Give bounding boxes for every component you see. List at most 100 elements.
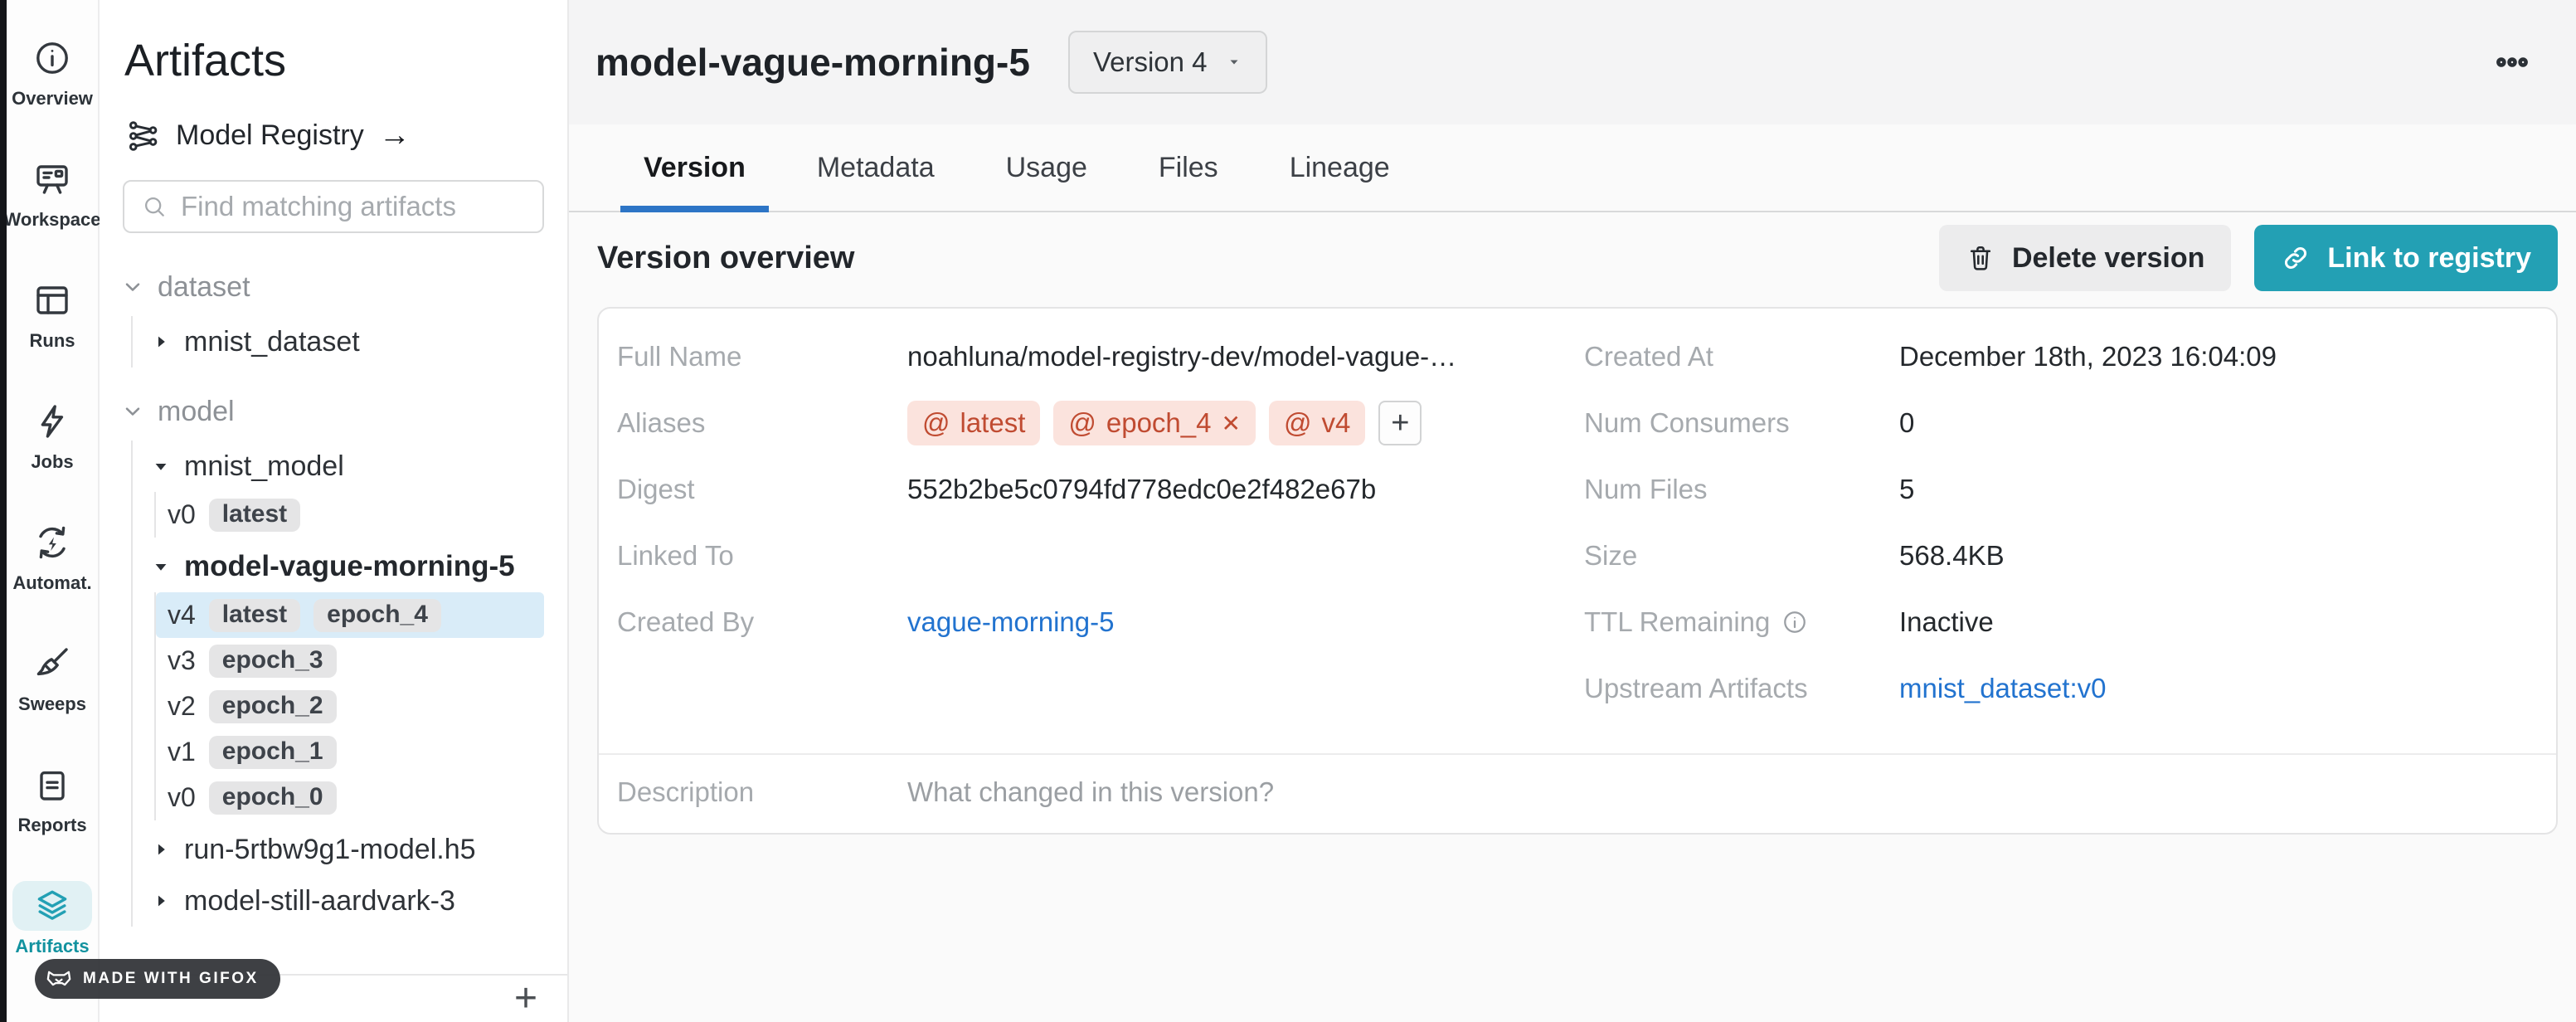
nav-item-automat[interactable]: Automat.	[6, 506, 99, 627]
automations-icon	[32, 523, 72, 562]
field-row-full-name: Full Namenoahluna/model-registry-dev/mod…	[599, 324, 1577, 390]
nav-item-workspace[interactable]: Workspace	[6, 143, 99, 264]
version-name: v0	[168, 782, 196, 813]
field-value: 552b2be5c0794fd778edc0e2f482e67b	[907, 474, 1376, 505]
nav-item-highlight	[12, 881, 92, 931]
artifact-model-vague-morning-5[interactable]: model-vague-morning-5	[133, 541, 544, 592]
field-label: Full Name	[599, 341, 907, 372]
triangle-down-icon	[151, 557, 171, 577]
artifacts-icon	[32, 886, 72, 926]
alias-badge: epoch_3	[209, 645, 337, 678]
field-label-text: Digest	[617, 474, 695, 505]
nav-item-jobs[interactable]: Jobs	[6, 385, 99, 506]
trash-icon	[1966, 243, 1995, 273]
nav-item-label: Overview	[12, 88, 93, 110]
field-label: Size	[1577, 540, 1899, 572]
version-selector[interactable]: Version 4	[1068, 31, 1267, 94]
field-value: Inactive	[1899, 606, 1994, 638]
link-to-registry-button[interactable]: Link to registry	[2254, 225, 2558, 291]
field-value: 0	[1899, 407, 1914, 439]
sweeps-icon	[32, 644, 72, 684]
alias-pill-epoch-4[interactable]: @ epoch_4 ✕	[1053, 401, 1256, 445]
add-alias-button[interactable]: +	[1378, 401, 1422, 445]
gifox-label: MADE WITH GIFOX	[83, 970, 259, 988]
field-label: Num Consumers	[1577, 407, 1899, 439]
description-row[interactable]: Description What changed in this version…	[599, 753, 2556, 833]
nav-item-label: Runs	[30, 330, 75, 352]
version-name: v3	[168, 645, 196, 676]
artifact-header: model-vague-morning-5 Version 4	[569, 0, 2576, 124]
field-row-created-by: Created Byvague-morning-5	[599, 589, 1577, 655]
version-row-v2[interactable]: v2 epoch_2	[156, 684, 544, 729]
tab-files[interactable]: Files	[1135, 124, 1242, 211]
artifact-mnist-dataset[interactable]: mnist_dataset	[133, 316, 544, 367]
search-input[interactable]	[181, 191, 533, 222]
nav-item-label: Reports	[17, 815, 86, 836]
field-row-upstream-artifacts: Upstream Artifacts mnist_dataset:v0	[1577, 655, 2556, 722]
alias-text: epoch_4	[1106, 407, 1212, 439]
field-row-created-at: Created AtDecember 18th, 2023 16:04:09	[1577, 324, 2556, 390]
nav-item-highlight	[12, 397, 92, 446]
delete-version-button[interactable]: Delete version	[1939, 225, 2231, 291]
artifact-run-5rtbw9g1-model-h5[interactable]: run-5rtbw9g1-model.h5	[133, 824, 544, 875]
field-label-text: Upstream Artifacts	[1584, 673, 1808, 704]
nav-item-highlight	[12, 275, 92, 325]
add-artifact-button[interactable]: +	[514, 983, 537, 1015]
artifact-label: mnist_dataset	[184, 326, 360, 358]
artifact-label: run-5rtbw9g1-model.h5	[184, 834, 476, 866]
remove-alias-icon[interactable]: ✕	[1222, 410, 1241, 437]
tab-version[interactable]: Version	[620, 124, 769, 211]
description-label: Description	[599, 776, 907, 808]
field-label: Created By	[599, 606, 907, 638]
field-value-link[interactable]: mnist_dataset:v0	[1899, 673, 2106, 704]
nav-item-reports[interactable]: Reports	[6, 748, 99, 869]
artifact-label: mnist_model	[184, 450, 344, 483]
nav-item-overview[interactable]: Overview	[6, 22, 99, 143]
alias-pill-latest[interactable]: @latest	[907, 401, 1040, 445]
nav-item-highlight	[12, 639, 92, 689]
nav-item-sweeps[interactable]: Sweeps	[6, 627, 99, 748]
version-row-v0[interactable]: v0epoch_0	[156, 775, 544, 820]
tab-lineage[interactable]: Lineage	[1266, 124, 1413, 211]
tree-group-children: mnist_model v0latest model-vague-morning-5…	[131, 440, 544, 927]
artifact-mnist-model[interactable]: mnist_model	[133, 440, 544, 492]
model-registry-link[interactable]: Model Registry →	[126, 118, 567, 153]
artifact-model-still-aardvark-3[interactable]: model-still-aardvark-3	[133, 875, 544, 927]
field-value-link[interactable]: vague-morning-5	[907, 606, 1114, 638]
tree-group-label: dataset	[158, 271, 250, 304]
tree-group-label: model	[158, 396, 235, 428]
artifact-label: model-vague-morning-5	[184, 550, 515, 583]
version-row-v1[interactable]: v1 epoch_1	[156, 729, 544, 775]
version-row-v0[interactable]: v0latest	[156, 492, 544, 538]
field-label-text: Aliases	[617, 407, 705, 439]
info-small-icon[interactable]	[1781, 609, 1808, 635]
jobs-icon	[32, 402, 72, 441]
nav-item-runs[interactable]: Runs	[6, 264, 99, 385]
triangle-right-icon	[151, 332, 171, 352]
field-label: Digest	[599, 474, 907, 505]
alias-pill-v4[interactable]: @v4	[1269, 401, 1365, 445]
alias-badge: epoch_2	[209, 690, 337, 723]
nav-item-label: Jobs	[31, 451, 73, 473]
version-name: v1	[168, 737, 196, 767]
chevron-down-icon	[1226, 54, 1242, 71]
tree-group-dataset[interactable]: dataset	[121, 261, 567, 313]
tab-usage[interactable]: Usage	[983, 124, 1111, 211]
overflow-menu-button[interactable]	[2476, 45, 2548, 80]
search-icon	[141, 193, 168, 220]
field-label: TTL Remaining	[1577, 606, 1899, 638]
alias-badge: epoch_1	[209, 736, 337, 769]
tab-metadata[interactable]: Metadata	[794, 124, 958, 211]
tree-group-model[interactable]: model	[121, 386, 567, 437]
artifact-label: model-still-aardvark-3	[184, 885, 455, 917]
nav-item-highlight	[12, 760, 92, 810]
field-label-text: Created At	[1584, 341, 1713, 372]
alias-prefix: @	[1068, 407, 1096, 439]
field-label-text: Num Consumers	[1584, 407, 1790, 439]
version-row-v4[interactable]: v4latestepoch_4	[156, 592, 544, 638]
version-name: v2	[168, 691, 196, 722]
nav-item-label: Automat.	[12, 572, 91, 594]
nav-item-highlight	[12, 33, 92, 83]
version-name: v0	[168, 499, 196, 530]
version-row-v3[interactable]: v3 epoch_3	[156, 638, 544, 684]
